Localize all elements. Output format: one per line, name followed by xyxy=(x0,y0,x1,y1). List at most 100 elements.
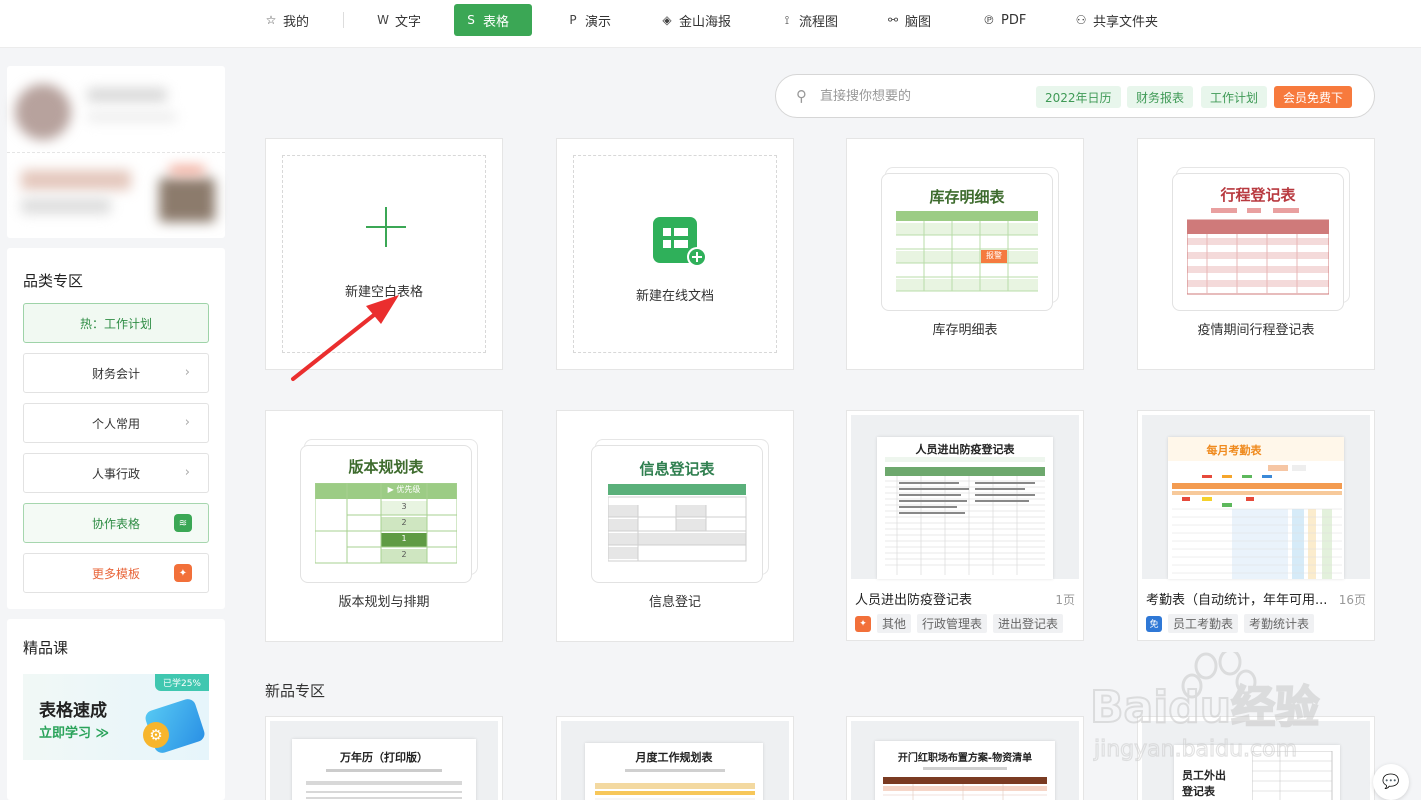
nav-item-poster[interactable]: ◈ 金山海报 xyxy=(650,5,741,35)
thumb-title: 人员进出防疫登记表 xyxy=(915,443,1015,456)
category-collab-sheet[interactable]: 协作表格 ≋ xyxy=(23,503,209,543)
search-tag-calendar[interactable]: 2022年日历 xyxy=(1036,86,1121,108)
new-template-card-monthly-plan[interactable]: 月度工作规划表 xyxy=(556,716,794,800)
course-banner[interactable]: 已学25% 表格速成 立即学习 ≫ ⚙ xyxy=(23,674,209,760)
nav-item-label: 脑图 xyxy=(905,14,932,30)
thumb-title: 万年历（打印版） xyxy=(340,751,428,764)
category-title: 品类专区 xyxy=(23,272,84,290)
course-section-title: 精品课 xyxy=(23,639,69,657)
poster-icon: ◈ xyxy=(662,13,672,27)
search-tag-member-free[interactable]: 会员免费下 xyxy=(1274,86,1353,108)
template-card-epidemic[interactable]: 人员进出防疫登记表 人员进出防疫登记表 1页 ✦ 其他 行政管理表 进出登记表 xyxy=(846,410,1084,641)
alert-label: 报警 xyxy=(986,251,1002,260)
thumb-title: 员工外出登记表 xyxy=(1182,769,1226,798)
template-tag[interactable]: 行政管理表 xyxy=(917,614,988,633)
category-hot-work-plan[interactable]: 热：工作计划 xyxy=(23,303,209,343)
star-icon: ☆ xyxy=(265,13,277,27)
avatar[interactable] xyxy=(15,84,71,140)
template-thumbnail: 开门红职场布置方案-物资清单 xyxy=(851,721,1079,800)
promo-blur[interactable] xyxy=(21,170,131,190)
template-thumbnail: 每月考勤表 xyxy=(1142,415,1370,579)
page-count: 1页 xyxy=(1055,593,1075,607)
category-label: 热：工作计划 xyxy=(79,316,152,331)
nav-item-mindmap[interactable]: ⚯ 脑图 xyxy=(876,5,941,35)
template-thumbnail: 信息登记表 xyxy=(591,445,763,583)
nav-item-label: PDF xyxy=(1001,12,1027,28)
divider xyxy=(7,152,225,153)
promo-badge-blur xyxy=(169,166,205,174)
template-card-info[interactable]: 信息登记表 信息登记 xyxy=(556,410,794,642)
priority-cell: 2 xyxy=(401,550,407,559)
new-blank-sheet-card[interactable]: 新建空白表格 xyxy=(265,138,503,370)
template-tag[interactable]: 其他 xyxy=(877,614,912,633)
search-input[interactable] xyxy=(820,85,1020,107)
priority-cell: 2 xyxy=(401,518,407,527)
template-name: 考勤表（自动统计，年年可用... xyxy=(1146,593,1328,608)
template-thumbnail: 库存明细表 报警 xyxy=(881,173,1053,311)
new-template-card-materials[interactable]: 开门红职场布置方案-物资清单 xyxy=(846,716,1084,800)
priority-cell: 1 xyxy=(401,534,407,543)
flame-icon: ✦ xyxy=(174,564,192,582)
search-icon: ⚲ xyxy=(796,87,807,105)
share-folder-icon: ⚇ xyxy=(1075,13,1087,27)
template-thumbnail: 版本规划表 ▶ 优先级 3 2 1 2 xyxy=(300,445,472,583)
nav-item-writer[interactable]: W 文字 xyxy=(366,5,431,35)
watermark-url: jingyan.baidu.com xyxy=(1093,737,1297,762)
learn-now-link[interactable]: 立即学习 ≫ xyxy=(39,722,109,741)
search-tag-finance[interactable]: 财务报表 xyxy=(1127,86,1194,108)
category-hr-admin[interactable]: 人事行政 › xyxy=(23,453,209,493)
chevron-right-icon: › xyxy=(184,465,190,480)
template-card-attendance[interactable]: 每月考勤表 考勤表（自动统计，年年可用... 16页 免 员工考勤表 考勤统计表 xyxy=(1137,410,1375,641)
new-template-card-calendar[interactable]: 万年历（打印版） xyxy=(265,716,503,800)
thumb-title: 每月考勤表 xyxy=(1206,444,1262,457)
progress-badge: 已学25% xyxy=(154,674,209,691)
flowchart-icon: ⟟ xyxy=(784,12,790,27)
thumb-title: 版本规划表 xyxy=(348,458,424,476)
category-personal[interactable]: 个人常用 › xyxy=(23,403,209,443)
nav-divider xyxy=(343,12,344,28)
template-name: 人员进出防疫登记表 xyxy=(855,593,973,608)
template-tags: 免 员工考勤表 考勤统计表 xyxy=(1146,614,1315,633)
template-card-version-plan[interactable]: 版本规划表 ▶ 优先级 3 2 1 2 版本规划与排期 xyxy=(265,410,503,642)
nav-item-label: 演示 xyxy=(585,14,612,30)
pdf-icon: ℗ xyxy=(983,13,995,27)
nav-item-shared-folder[interactable]: ⚇ 共享文件夹 xyxy=(1064,5,1168,35)
nav-item-pdf[interactable]: ℗ PDF xyxy=(972,5,1036,35)
card-label: 新建空白表格 xyxy=(344,285,423,300)
template-tag[interactable]: 员工考勤表 xyxy=(1168,614,1239,633)
category-more-templates[interactable]: 更多模板 ✦ xyxy=(23,553,209,593)
template-tag[interactable]: 考勤统计表 xyxy=(1244,614,1315,633)
template-card-inventory[interactable]: 库存明细表 报警 库存明细表 xyxy=(846,138,1084,370)
info-table-graphic xyxy=(608,484,747,562)
nav-item-sheet[interactable]: S 表格 xyxy=(454,4,532,36)
inventory-table-graphic xyxy=(896,211,1038,292)
nav-item-label: 文字 xyxy=(395,14,422,30)
feedback-chat-icon[interactable]: 💬 xyxy=(1373,764,1409,800)
layers-icon: ≋ xyxy=(174,514,192,532)
search-tag-work-plan[interactable]: 工作计划 xyxy=(1201,86,1268,108)
new-products-section-title: 新品专区 xyxy=(265,682,326,700)
nav-item-flowchart[interactable]: ⟟ 流程图 xyxy=(770,5,848,35)
nav-item-slides[interactable]: P 演示 xyxy=(556,5,621,35)
template-thumbnail: 人员进出防疫登记表 xyxy=(851,415,1079,579)
course-title: 表格速成 xyxy=(39,701,107,721)
card-label: 疫情期间行程登记表 xyxy=(1197,323,1315,338)
thumb-title: 信息登记表 xyxy=(639,460,715,478)
template-tag[interactable]: 进出登记表 xyxy=(993,614,1064,633)
page-count: 16页 xyxy=(1338,593,1366,607)
card-label: 库存明细表 xyxy=(932,323,998,338)
template-thumbnail: 月度工作规划表 xyxy=(561,721,789,800)
flame-icon: ✦ xyxy=(855,615,871,632)
watermark-text: Baidu经验 xyxy=(1090,682,1319,733)
template-card-itinerary[interactable]: 行程登记表 疫情期间行程登记表 xyxy=(1137,138,1375,370)
thumb-title: 开门红职场布置方案-物资清单 xyxy=(897,753,1033,764)
category-label: 财务会计 xyxy=(91,366,140,381)
priority-header: ▶ 优先级 xyxy=(387,485,421,494)
nav-item-mine[interactable]: ☆ 我的 xyxy=(254,5,319,35)
new-online-doc-card[interactable]: 新建在线文档 xyxy=(556,138,794,370)
promo-text-blur xyxy=(21,198,111,214)
category-finance[interactable]: 财务会计 › xyxy=(23,353,209,393)
category-label: 协作表格 xyxy=(91,516,140,531)
nav-item-label: 共享文件夹 xyxy=(1093,14,1159,30)
online-sheet-icon xyxy=(653,217,707,267)
